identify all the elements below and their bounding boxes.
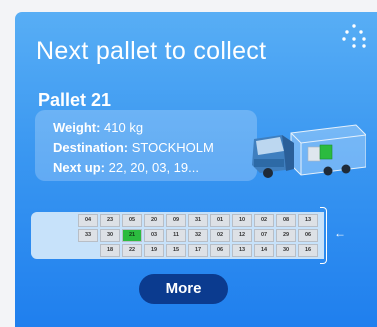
pallet-slot: 11	[166, 229, 186, 242]
weight-row: Weight: 410 kg	[53, 120, 143, 135]
trailer-cab-section	[31, 212, 76, 259]
card-title: Next pallet to collect	[36, 37, 267, 65]
pallet-slot: 05	[122, 214, 142, 227]
pallet-slot: 12	[232, 229, 252, 242]
pallet-slot: 31	[188, 214, 208, 227]
pallet-slot: 13	[232, 244, 252, 257]
dots-grid-icon[interactable]	[341, 23, 367, 49]
pallet-slot: 06	[210, 244, 230, 257]
pallet-slot: 19	[144, 244, 164, 257]
empty-slot	[78, 244, 98, 257]
next-up-label: Next up:	[53, 160, 105, 175]
pallet-slot: 03	[144, 229, 164, 242]
pallet-slot: 16	[298, 244, 318, 257]
pallet-slot: 20	[144, 214, 164, 227]
more-button[interactable]: More	[139, 274, 228, 304]
pallet-slot: 01	[210, 214, 230, 227]
pallet-slot: 10	[232, 214, 252, 227]
pallet-info-panel: Weight: 410 kg Destination: STOCKHOLM Ne…	[35, 110, 257, 181]
pallet-slot: 18	[100, 244, 120, 257]
pallet-slot: 02	[254, 214, 274, 227]
pallet-slot: 29	[276, 229, 296, 242]
weight-value: 410 kg	[104, 120, 144, 135]
pallet-slot: 33	[78, 229, 98, 242]
pallet-name: Pallet 21	[38, 90, 112, 110]
pallet-slot: 06	[298, 229, 318, 242]
pallet-slot: 23	[100, 214, 120, 227]
pallet-slot: 30	[100, 229, 120, 242]
pallet-slot: 15	[166, 244, 186, 257]
pallet-slot: 32	[188, 229, 208, 242]
trailer-layout-grid: 04 23 05 20 09 31 01 10 02 08 13 33 30 21 03 11 32 02 12 07…	[76, 212, 320, 259]
pallet-slot: 14	[254, 244, 274, 257]
pallet-slot: 07	[254, 229, 274, 242]
weight-label: Weight:	[53, 120, 101, 135]
pallet-slot: 08	[276, 214, 296, 227]
pallet-slot: 30	[276, 244, 296, 257]
pallet-slot: 22	[122, 244, 142, 257]
destination-label: Destination:	[53, 140, 129, 155]
arrow-left-icon: ←	[334, 226, 346, 240]
pallet-slot: 13	[298, 214, 318, 227]
next-up-value: 22, 20, 03, 19...	[108, 160, 199, 175]
pallet-slot: 09	[166, 214, 186, 227]
pallet-slot: 21	[122, 229, 142, 242]
trailer-door-bracket	[320, 207, 327, 264]
destination-row: Destination: STOCKHOLM	[53, 140, 214, 155]
truck-icon	[252, 124, 366, 178]
next-up-row: Next up: 22, 20, 03, 19...	[53, 160, 199, 175]
pallet-slot: 04	[78, 214, 98, 227]
pallet-slot: 17	[188, 244, 208, 257]
destination-value: STOCKHOLM	[131, 140, 214, 155]
pallet-slot: 02	[210, 229, 230, 242]
